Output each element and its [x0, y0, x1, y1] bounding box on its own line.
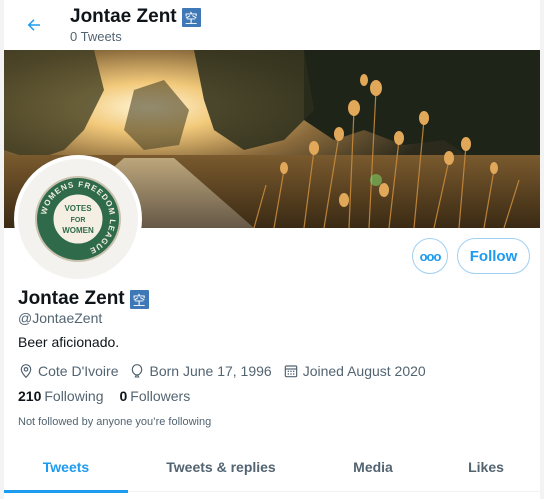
tweet-count: 0 Tweets	[70, 29, 122, 44]
location-text: Cote D'Ivoire	[38, 363, 119, 379]
more-icon: ooo	[419, 248, 442, 264]
profile-handle: @JontaeZent	[18, 310, 103, 326]
followed-by-note: Not followed by anyone you’re following	[18, 416, 212, 428]
follow-stats: 210 Following 0 Followers	[18, 388, 206, 404]
profile-tabs: Tweets Tweets & replies Media Likes	[4, 442, 540, 493]
tab-likes-label: Likes	[468, 459, 504, 475]
badge-line-3: WOMEN	[62, 226, 94, 235]
location-pin-icon	[20, 364, 32, 379]
tab-media-label: Media	[353, 459, 393, 475]
tab-likes[interactable]: Likes	[432, 442, 540, 492]
emoji-badge-icon: 空	[129, 289, 149, 309]
meta-birthday: Born June 17, 1996	[129, 363, 272, 379]
tab-tweets[interactable]: Tweets	[4, 442, 128, 493]
profile-name: Jontae Zent 空	[18, 288, 149, 310]
avatar-image: WOMENS FREEDOM LEAGUE VOTES FOR WOMEN	[18, 159, 138, 279]
meta-location: Cote D'Ivoire	[18, 363, 118, 379]
more-options-button[interactable]: ooo	[412, 238, 448, 274]
followers-count: 0	[119, 388, 128, 404]
tab-media[interactable]: Media	[314, 442, 432, 492]
birthday-text: Born June 17, 1996	[149, 363, 272, 379]
calendar-icon	[284, 365, 297, 378]
badge-line-1: VOTES	[64, 204, 92, 213]
profile-name-text: Jontae Zent	[18, 288, 125, 309]
back-button[interactable]	[18, 9, 50, 41]
followers-label: Followers	[130, 388, 191, 404]
tab-tweets-label: Tweets	[42, 459, 90, 475]
avatar[interactable]: WOMENS FREEDOM LEAGUE VOTES FOR WOMEN	[14, 155, 142, 283]
profile-meta: Cote D'Ivoire Born June 17, 1996 Joined …	[18, 361, 437, 381]
tab-replies-label: Tweets & replies	[166, 459, 276, 475]
meta-joined: Joined August 2020	[283, 363, 426, 379]
arrow-left-icon	[27, 19, 40, 31]
emoji-badge-icon: 空	[181, 7, 201, 27]
balloon-icon	[132, 364, 143, 378]
votes-for-women-badge-icon: WOMENS FREEDOM LEAGUE VOTES FOR WOMEN	[35, 176, 121, 262]
tab-tweets-and-replies[interactable]: Tweets & replies	[128, 442, 314, 492]
profile-bio: Beer aficionado.	[18, 334, 120, 350]
header-name-text: Jontae Zent	[70, 6, 177, 27]
window-frame-right	[540, 0, 544, 499]
follow-button[interactable]: Follow	[457, 238, 530, 274]
followers-link[interactable]: 0 Followers	[120, 388, 191, 404]
header-name: Jontae Zent 空	[70, 6, 201, 28]
following-link[interactable]: 210 Following	[18, 388, 104, 404]
profile-header-bar: Jontae Zent 空 0 Tweets	[4, 0, 540, 50]
following-label: Following	[44, 388, 104, 404]
badge-line-2: FOR	[71, 217, 86, 224]
active-tab-indicator	[4, 490, 128, 493]
following-count: 210	[18, 388, 42, 404]
joined-text: Joined August 2020	[302, 363, 426, 379]
